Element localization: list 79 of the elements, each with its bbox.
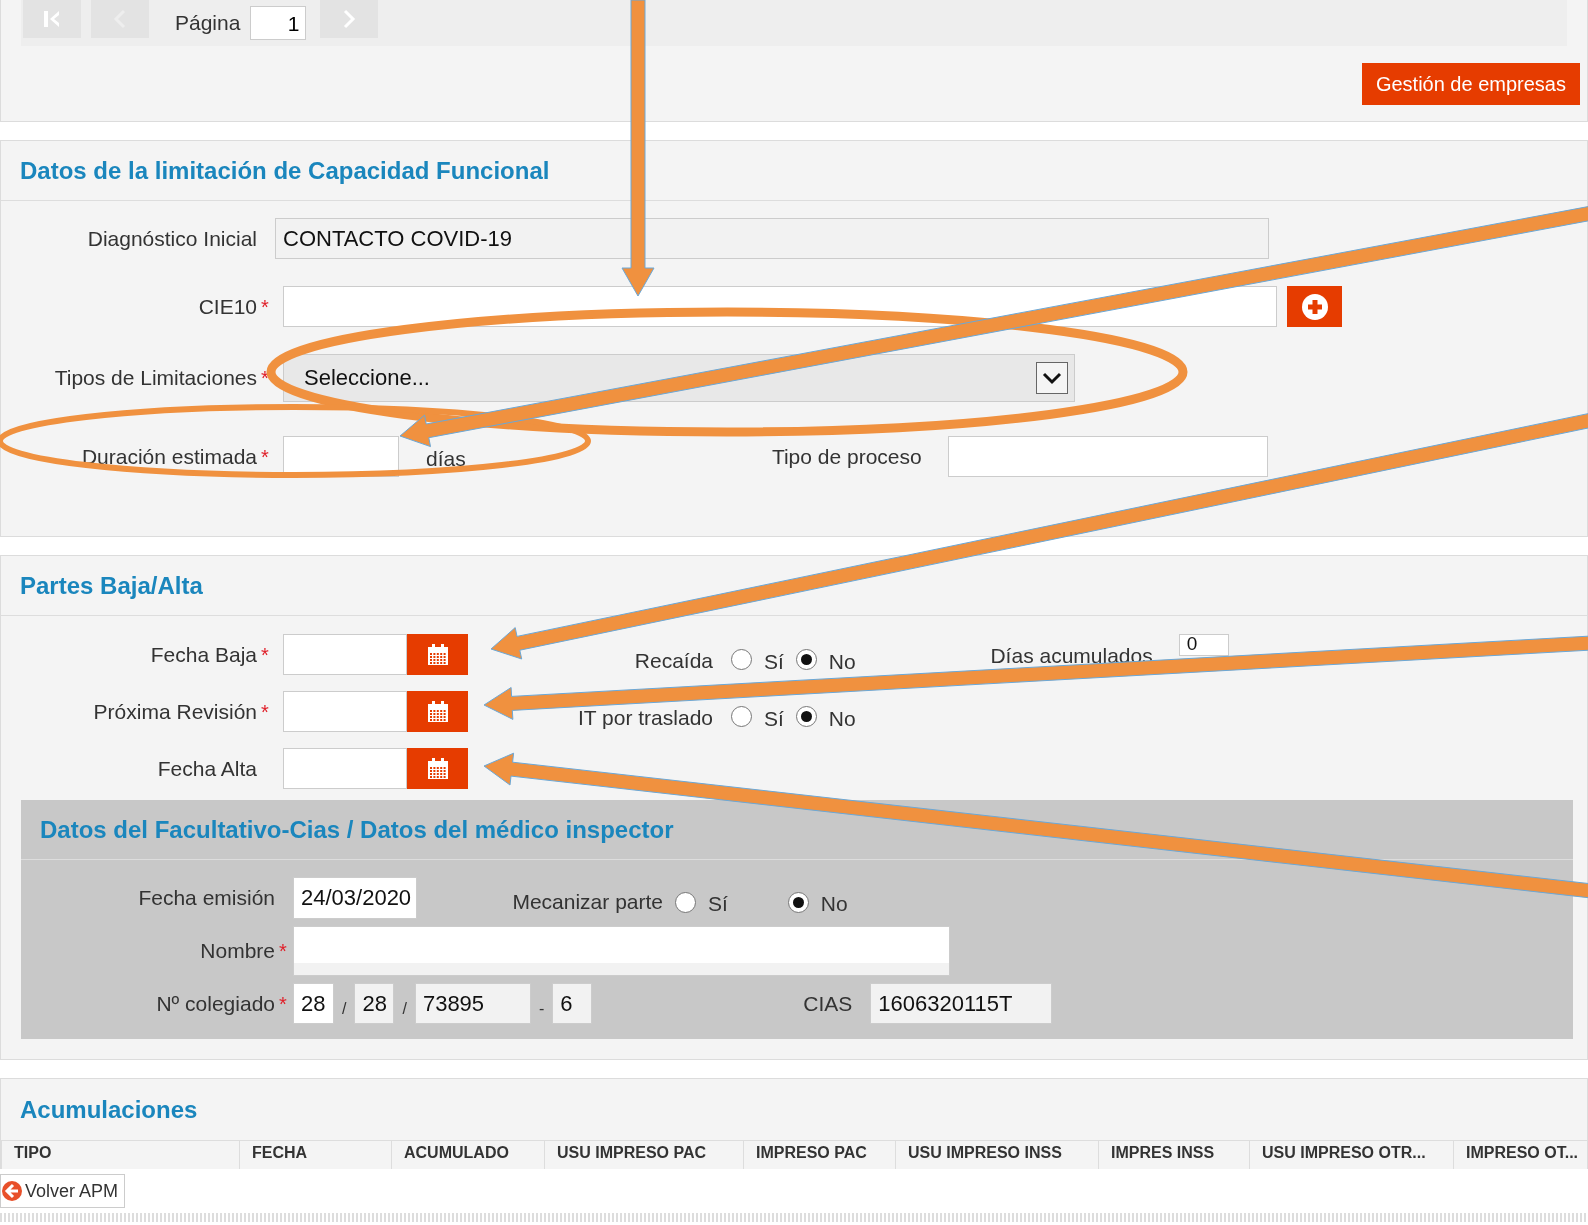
column-header[interactable]: TIPO [1,1141,239,1169]
field-label: Días acumulados [990,643,1153,668]
section-title: Acumulaciones [20,1095,198,1124]
option-label: Mecanizar parte [512,890,663,914]
name-field[interactable] [293,926,950,976]
required-marker: * [261,704,269,719]
license-number-field[interactable]: 28 [293,983,334,1024]
unit-label: días [426,445,466,471]
required-marker: * [261,449,269,464]
date-field[interactable] [283,691,407,732]
license-number-field[interactable]: 73895 [414,983,531,1024]
required-marker: * [261,647,269,662]
chevron-down-icon [1042,371,1062,385]
separator: / [402,999,407,1018]
radio-label: No [828,648,856,674]
field-label: Nombre [200,939,275,963]
option-label: IT por traslado [578,705,713,730]
chevron-right-icon [342,9,357,29]
date-field[interactable] [283,748,407,789]
plus-circle-icon [1300,292,1329,321]
calendar-icon [425,642,450,667]
calendar-button[interactable] [407,634,468,675]
column-header[interactable]: IMPRESO PAC [743,1141,895,1169]
radio-button[interactable] [731,649,752,670]
diagnosis-field[interactable]: CONTACTO COVID-19 [275,218,1269,259]
page-label: Página [175,11,241,35]
issue-date-field[interactable]: 24/03/2020 [293,877,417,919]
column-header[interactable]: ACUMULADO [391,1141,544,1169]
calendar-button[interactable] [407,691,468,732]
column-header[interactable]: USU IMPRESO INSS [895,1141,1098,1169]
field-label: Próxima Revisión [93,699,257,724]
field-label: CIE10 [198,294,257,319]
accumulated-days-field: 0 [1178,634,1229,656]
field-label: Fecha Alta [157,756,257,781]
calendar-button[interactable] [407,748,468,789]
radio-button[interactable] [787,891,809,913]
license-number-field[interactable]: 28 [354,983,395,1024]
field-label: Nº colegiado [156,991,275,1016]
field-label: Tipos de Limitaciones [54,366,257,390]
page-input[interactable]: 1 [250,6,307,40]
column-header[interactable]: FECHA [239,1141,391,1169]
radio-label: No [828,705,856,731]
column-header[interactable]: IMPRES INSS [1098,1141,1249,1169]
field-label: Fecha Baja [150,642,257,667]
add-button[interactable] [1287,286,1342,327]
required-marker: * [279,944,287,958]
field-label: Diagnóstico Inicial [87,226,257,251]
column-header[interactable]: USU IMPRESO PAC [544,1141,743,1169]
back-button[interactable]: Volver APM [0,1174,126,1208]
back-arrow-icon [1,1180,23,1202]
process-type-field[interactable] [947,436,1268,477]
radio-button[interactable] [675,891,696,913]
radio-button[interactable] [731,706,752,727]
calendar-icon [425,699,450,724]
field-label: CIAS [803,991,853,1016]
radio-button[interactable] [795,649,817,670]
required-marker: * [279,996,287,1011]
section-title: Partes Baja/Alta [20,571,203,600]
column-header[interactable]: USU IMPRESO OTR... [1249,1141,1453,1169]
date-field[interactable] [283,634,407,675]
company-management-button[interactable]: Gestión de empresas [1361,63,1580,105]
field-label: Tipo de proceso [771,444,922,469]
cias-field[interactable]: 1606320115T [870,983,1053,1024]
section-title: Datos de la limitación de Capacidad Funcional [20,156,550,185]
column-header[interactable]: IMPRESO OT... [1453,1141,1587,1169]
field-label: Fecha emisión [138,886,275,910]
radio-button[interactable] [795,706,817,727]
radio-label: Sí [708,891,728,916]
separator: / [342,999,347,1018]
option-label: Recaída [634,648,713,673]
required-marker: * [261,299,269,314]
section-title: Datos del Facultativo-Cias / Datos del médico inspector [40,815,674,844]
radio-label: Sí [764,705,784,731]
radio-label: Sí [764,648,784,674]
separator: - [538,999,545,1018]
radio-label: No [820,891,848,916]
calendar-icon [425,756,450,781]
field-label: Duración estimada [81,444,257,469]
license-number-field[interactable]: 6 [552,983,593,1024]
